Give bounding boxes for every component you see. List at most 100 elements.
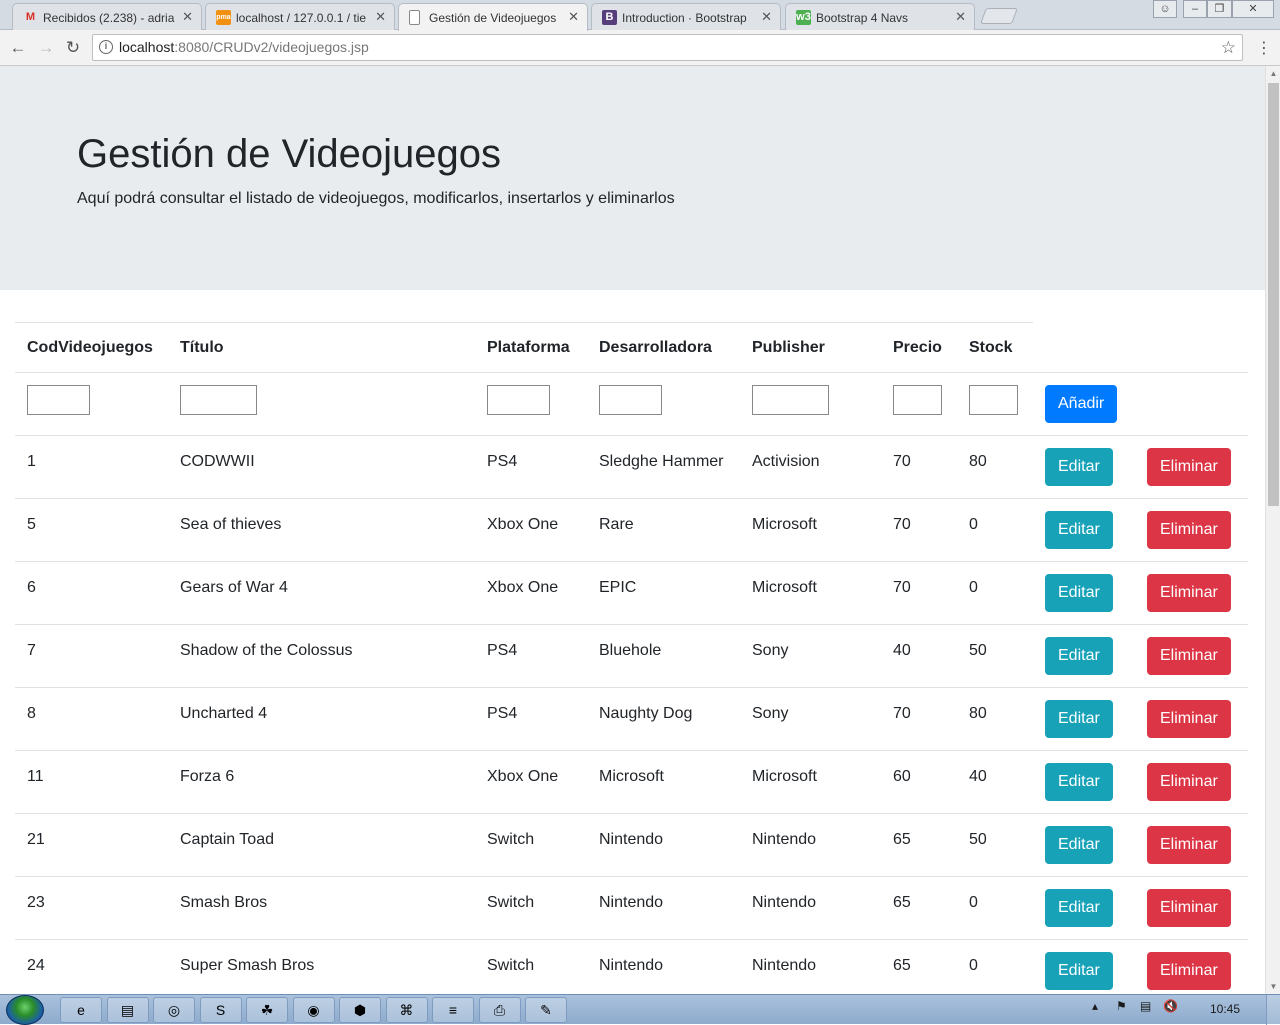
cod-input[interactable] (27, 385, 90, 415)
edit-button[interactable]: Editar (1045, 511, 1113, 549)
tab-close-icon[interactable]: ✕ (761, 9, 772, 25)
restore-button[interactable]: ❐ (1207, 0, 1232, 18)
minimize-button[interactable]: – (1183, 0, 1207, 18)
reload-icon[interactable]: ↻ (62, 37, 84, 59)
browser-tab[interactable]: M Recibidos (2.238) - adrian ✕ (12, 3, 202, 30)
edit-button[interactable]: Editar (1045, 574, 1113, 612)
table-cell: Microsoft (587, 750, 740, 814)
delete-button[interactable]: Eliminar (1147, 700, 1231, 738)
tab-close-icon[interactable]: ✕ (182, 9, 193, 25)
tab-close-icon[interactable]: ✕ (375, 9, 386, 25)
videogames-table: CodVideojuegos Título Plataforma Desarrolla… (15, 322, 1248, 994)
bookmark-star-icon[interactable]: ☆ (1221, 35, 1236, 60)
browser-tab[interactable]: pma localhost / 127.0.0.1 / tie ✕ (205, 3, 395, 30)
table-cell: 8 (15, 687, 168, 751)
volume-muted-icon[interactable]: 🔇 (1163, 999, 1178, 1013)
browser-tab-strip: ☺ – ❐ ✕ M Recibidos (2.238) - adrian ✕ pma l… (0, 0, 1280, 31)
insert-row: Añadir (15, 372, 1248, 436)
precio-input[interactable] (893, 385, 942, 415)
edit-button[interactable]: Editar (1045, 763, 1113, 801)
tab-close-icon[interactable]: ✕ (568, 9, 579, 25)
stock-input[interactable] (969, 385, 1018, 415)
pdf-icon[interactable]: ⎙ (478, 997, 521, 1023)
taskbar-clock[interactable]: 10:45 (1210, 1002, 1240, 1016)
table-cell: 0 (957, 876, 1033, 940)
action-center-icon[interactable]: ⚑ (1116, 999, 1127, 1013)
delete-button[interactable]: Eliminar (1147, 889, 1231, 927)
table-cell: 11 (15, 750, 168, 814)
edit-button[interactable]: Editar (1045, 889, 1113, 927)
plataforma-input[interactable] (487, 385, 550, 415)
table-cell: 60 (881, 750, 957, 814)
publisher-input[interactable] (752, 385, 829, 415)
paint-icon[interactable]: ✎ (525, 997, 567, 1023)
table-cell: Sony (740, 687, 881, 751)
delete-button[interactable]: Eliminar (1147, 511, 1231, 549)
desarrolladora-input[interactable] (599, 385, 662, 415)
table-cell: 1 (15, 435, 168, 499)
edit-button[interactable]: Editar (1045, 826, 1113, 864)
close-window-button[interactable]: ✕ (1232, 0, 1274, 18)
table-cell: Switch (475, 813, 587, 877)
table-cell: 40 (957, 750, 1033, 814)
column-header-actions (1033, 322, 1248, 373)
back-arrow-icon[interactable]: ← (7, 37, 29, 59)
delete-cell: Eliminar (1135, 750, 1248, 814)
edit-button[interactable]: Editar (1045, 700, 1113, 738)
edit-button[interactable]: Editar (1045, 448, 1113, 486)
scroll-down-arrow-icon[interactable]: ▼ (1266, 979, 1280, 994)
table-cell: 50 (957, 813, 1033, 877)
delete-button[interactable]: Eliminar (1147, 826, 1231, 864)
delete-button[interactable]: Eliminar (1147, 448, 1231, 486)
tray-arrow-icon[interactable]: ▴ (1092, 999, 1098, 1013)
gmail-icon: M (25, 11, 36, 23)
edit-cell: Editar (1033, 435, 1135, 499)
delete-button[interactable]: Eliminar (1147, 574, 1231, 612)
delete-cell: Eliminar (1135, 561, 1248, 625)
table-cell: Sea of thieves (168, 498, 475, 562)
show-desktop-button[interactable] (1266, 995, 1280, 1025)
table-cell: Microsoft (740, 750, 881, 814)
browser-tab-title: localhost / 127.0.0.1 / tie (236, 11, 367, 25)
titulo-input[interactable] (180, 385, 257, 415)
browser-tab[interactable]: B Introduction · Bootstrap ✕ (591, 3, 781, 30)
eclipse-icon[interactable]: ◉ (292, 997, 335, 1023)
windows-taskbar: ▴ ⚑ ▤ 🔇 10:45 e ▤ ◎ S ☘ ◉ ⬢ ⌘ ≡ ⎙ ✎ (0, 994, 1280, 1025)
column-header: CodVideojuegos (15, 322, 168, 373)
info-icon[interactable]: i (99, 40, 113, 54)
browser-menu-icon[interactable]: ⋮ (1256, 38, 1272, 58)
forward-arrow-icon[interactable]: → (35, 37, 57, 59)
browser-tab[interactable]: w3 Bootstrap 4 Navs ✕ (785, 3, 975, 30)
table-cell: Super Smash Bros (168, 939, 475, 994)
edit-button[interactable]: Editar (1045, 952, 1113, 990)
scroll-up-arrow-icon[interactable]: ▲ (1266, 66, 1280, 81)
edit-button[interactable]: Editar (1045, 637, 1113, 675)
tab-close-icon[interactable]: ✕ (955, 9, 966, 25)
spring-icon[interactable]: ☘ (246, 997, 288, 1023)
table-cell: Nintendo (587, 876, 740, 940)
cell-add: Añadir (1033, 372, 1135, 436)
table-cell: Xbox One (475, 561, 587, 625)
user-profile-button[interactable]: ☺ (1153, 0, 1177, 18)
phpmyadmin-icon: pma (216, 10, 231, 25)
sql-icon[interactable]: ≡ (432, 997, 474, 1023)
chrome-icon[interactable]: ◎ (153, 997, 195, 1023)
ie-icon[interactable]: e (60, 997, 102, 1023)
browser-tab[interactable]: Gestión de Videojuegos ✕ (398, 3, 588, 31)
browser-tab-title: Gestión de Videojuegos (429, 11, 557, 25)
explorer-icon[interactable]: ▤ (106, 997, 149, 1023)
scrollbar-thumb[interactable] (1268, 83, 1279, 506)
address-bar[interactable]: i localhost:8080/CRUDv2/videojuegos.jsp … (92, 34, 1243, 61)
skype-icon[interactable]: S (199, 997, 242, 1023)
new-tab-button[interactable] (980, 8, 1018, 24)
page-scrollbar[interactable]: ▲ ▼ (1265, 66, 1280, 994)
delete-button[interactable]: Eliminar (1147, 952, 1231, 990)
virtualbox-icon[interactable]: ⬢ (339, 997, 381, 1023)
delete-button[interactable]: Eliminar (1147, 763, 1231, 801)
add-button[interactable]: Añadir (1045, 385, 1118, 423)
start-button[interactable] (6, 995, 44, 1025)
delete-button[interactable]: Eliminar (1147, 637, 1231, 675)
network-icon[interactable]: ▤ (1140, 999, 1151, 1013)
table-cell: 40 (881, 624, 957, 688)
xampp-icon[interactable]: ⌘ (385, 997, 428, 1023)
